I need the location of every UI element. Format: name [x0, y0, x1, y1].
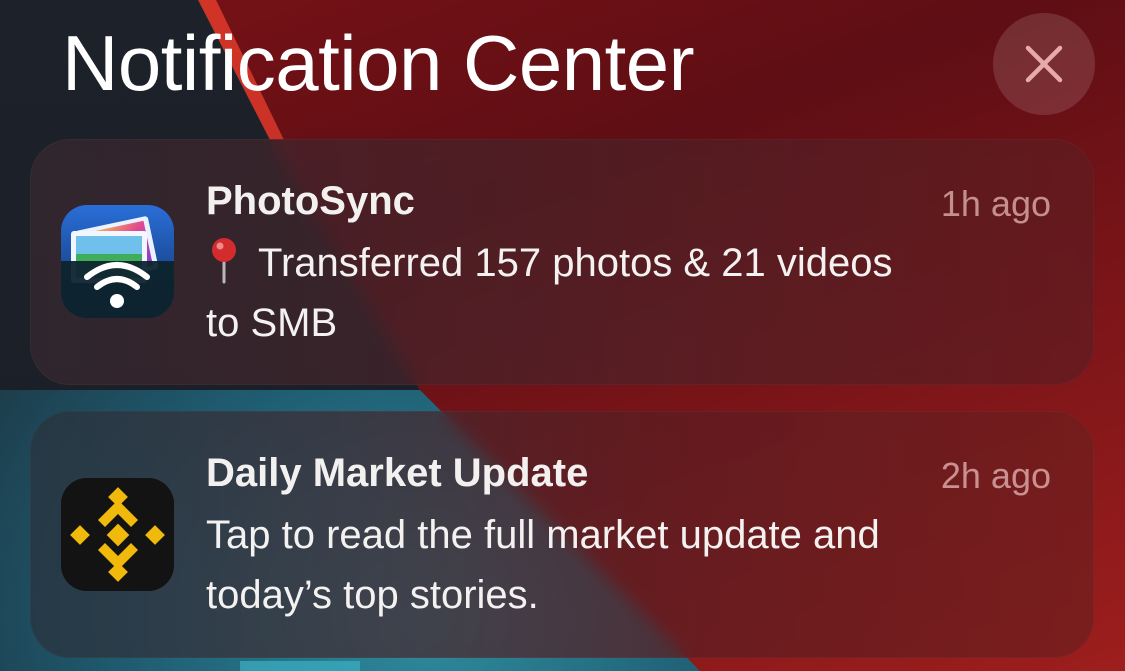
notification-photosync[interactable]: PhotoSync 1h ago Transferred 157 photos …	[30, 139, 1094, 385]
notification-time: 2h ago	[940, 455, 1051, 496]
notification-body-line-1: Tap to read the full market update and	[206, 513, 880, 557]
notification-time: 1h ago	[940, 183, 1051, 224]
notification-daily-market-update[interactable]: Daily Market Update 2h ago Tap to read t…	[30, 411, 1094, 658]
close-button[interactable]	[993, 13, 1095, 115]
notification-app-name: Daily Market Update	[206, 451, 589, 495]
page-title: Notification Center	[62, 19, 695, 107]
wallpaper-teal-highlight	[240, 661, 360, 671]
notification-body: Tap to read the full market update and t…	[206, 505, 1046, 625]
notification-body-line-2: today’s top stories.	[206, 573, 539, 617]
notification-body-text-1: Transferred 157 photos & 21 videos	[258, 241, 893, 285]
notification-body-line-1: Transferred 157 photos & 21 videos	[206, 233, 1046, 293]
notification-body-line-2: to SMB	[206, 301, 338, 345]
pin-icon	[212, 238, 236, 284]
close-icon	[1025, 45, 1063, 83]
notification-app-name: PhotoSync	[206, 179, 415, 223]
binance-app-icon	[61, 478, 174, 591]
notification-body: Transferred 157 photos & 21 videos to SM…	[206, 233, 1046, 353]
photosync-app-icon	[61, 205, 174, 318]
